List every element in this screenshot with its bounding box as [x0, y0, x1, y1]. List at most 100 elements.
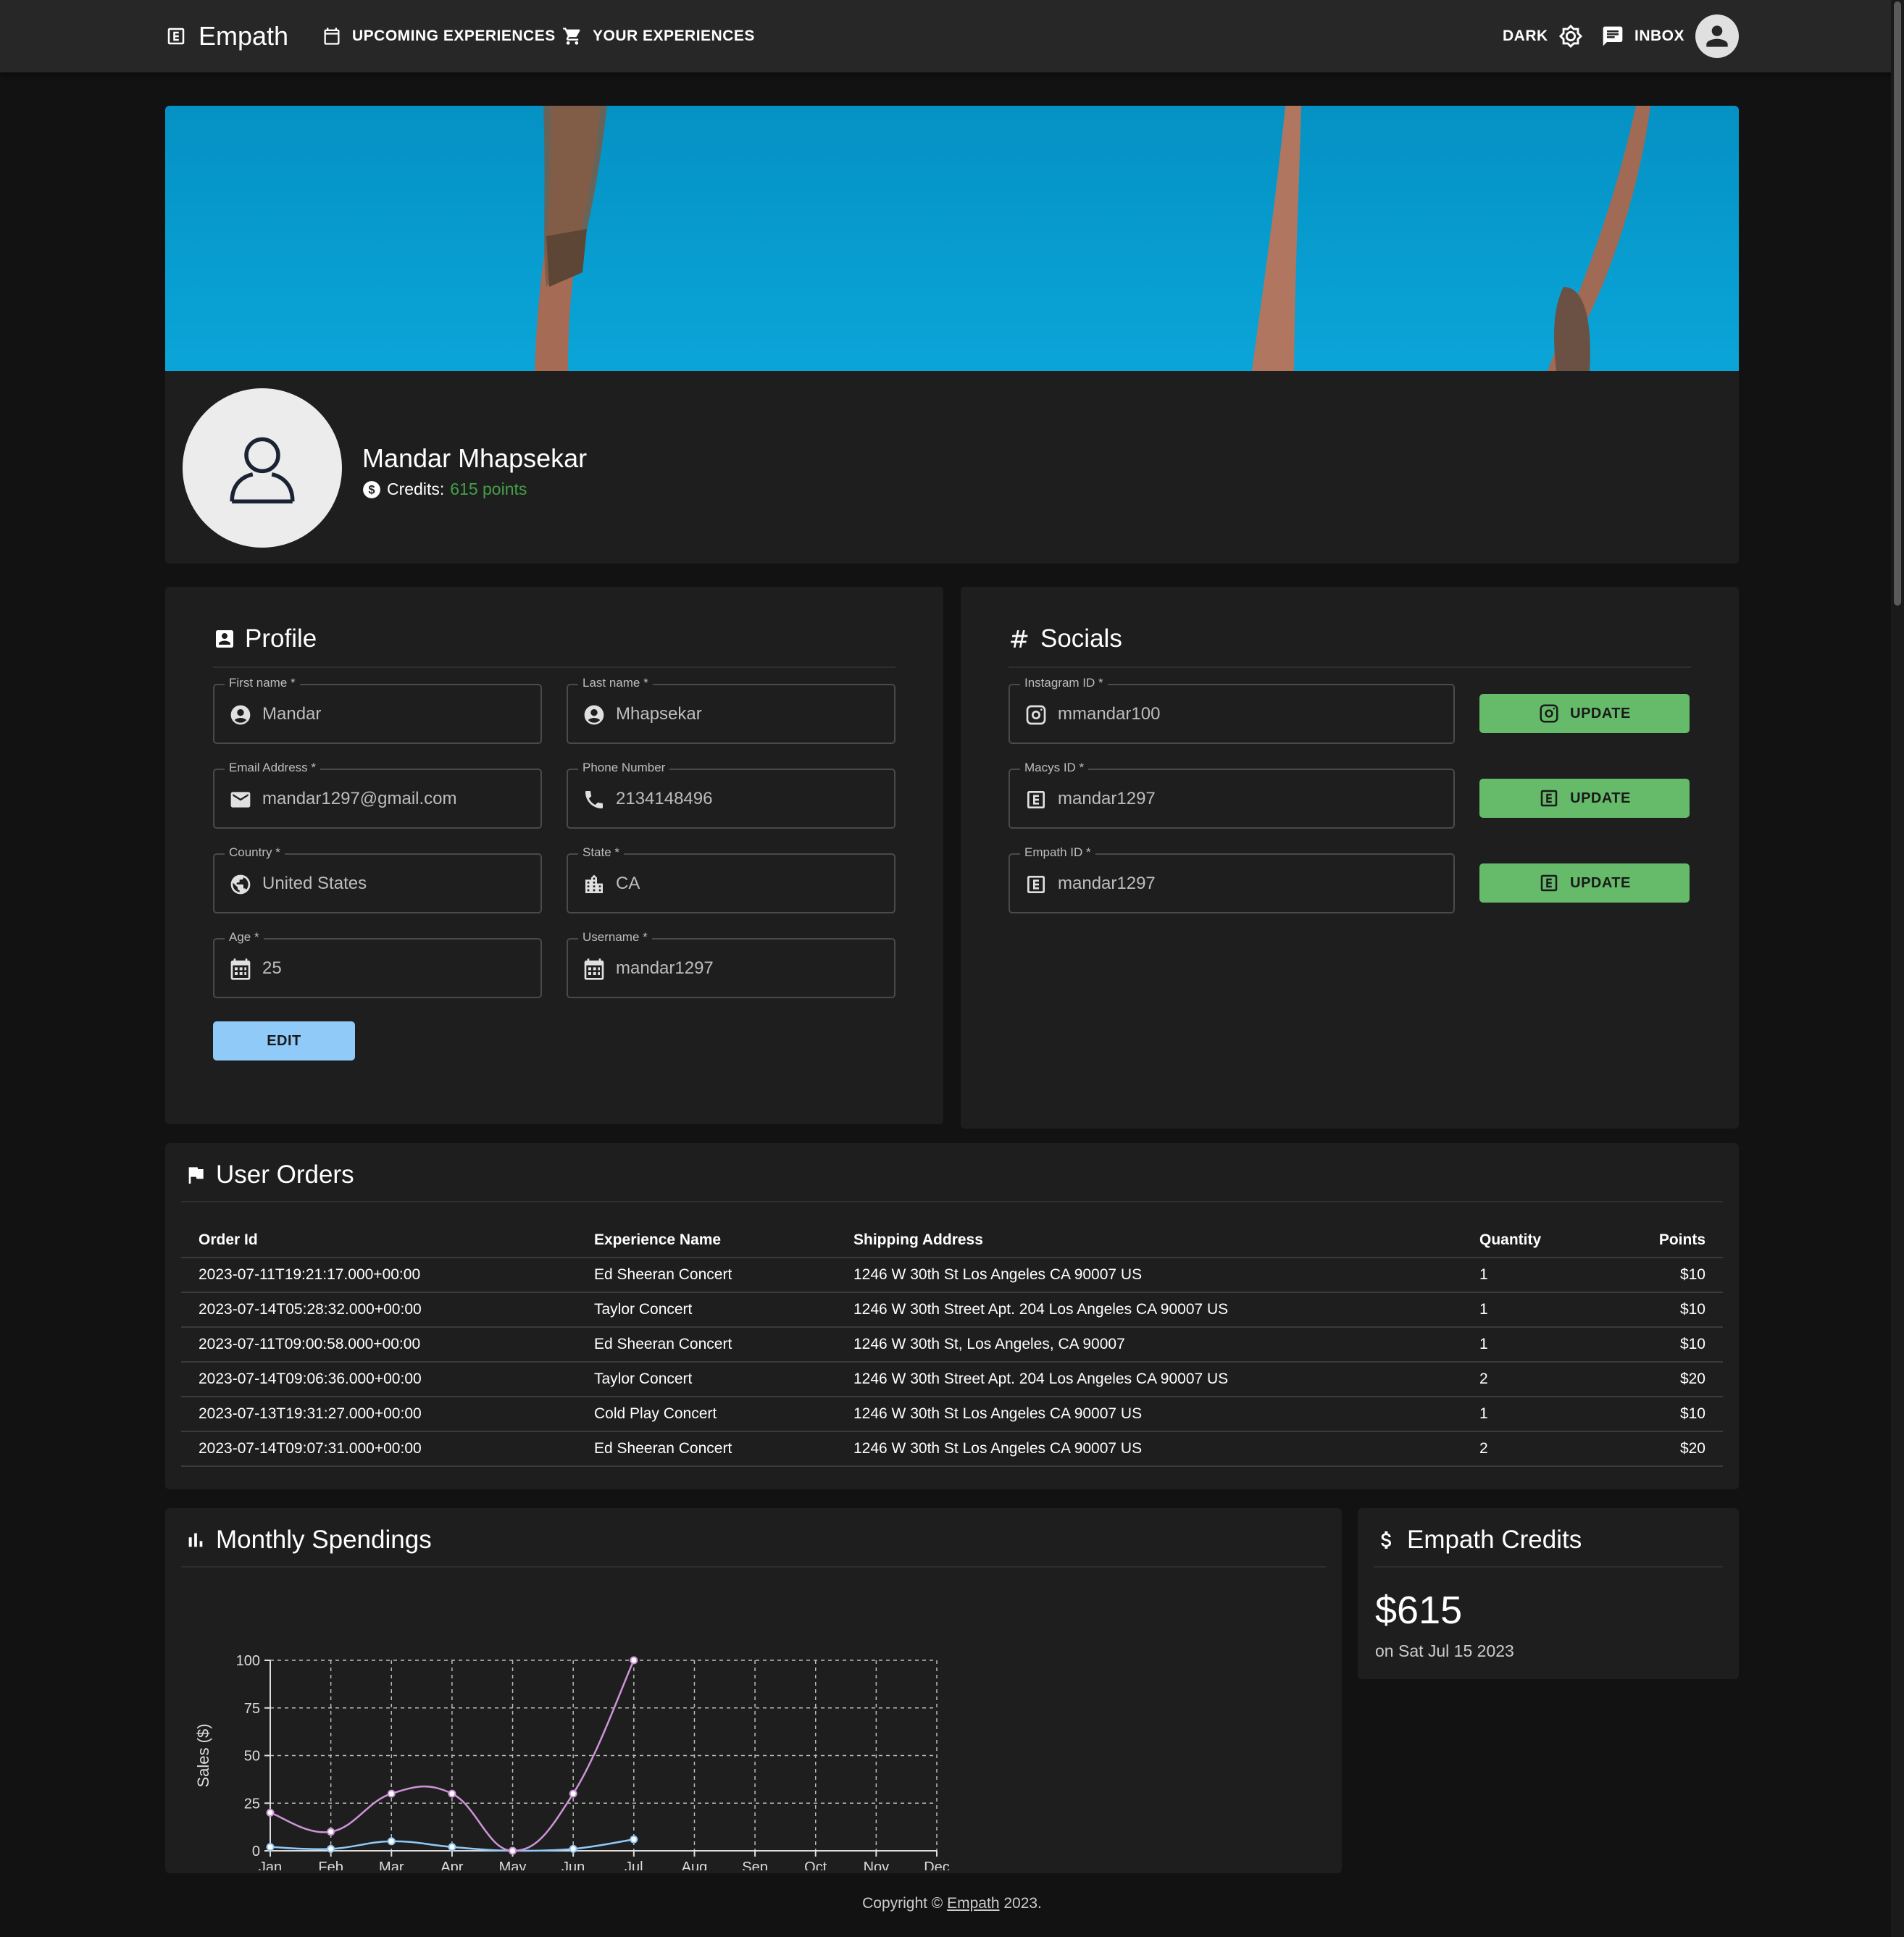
socials-card: Socials Instagram ID * mmandar100 UPDATE…	[961, 587, 1739, 1129]
username-field[interactable]: Username * mandar1297	[567, 930, 895, 998]
profile-title: Profile	[213, 624, 317, 653]
first-name-field[interactable]: First name * Mandar	[213, 676, 542, 744]
instagram-id-value: mmandar100	[1058, 704, 1161, 724]
quantity-data-point	[630, 1835, 638, 1844]
mail-icon	[229, 788, 252, 811]
quantity-cell: 1	[1462, 1258, 1607, 1293]
column-header[interactable]: Experience Name	[577, 1223, 836, 1258]
empath-id-label: Empath ID *	[1020, 845, 1095, 860]
amount-data-point	[266, 1808, 275, 1817]
country-label: Country *	[225, 845, 285, 860]
state-label: State *	[578, 845, 625, 860]
footer-empath-link[interactable]: Empath	[947, 1895, 999, 1912]
table-row[interactable]: 2023-07-14T05:28:32.000+00:00 Taylor Con…	[181, 1292, 1723, 1328]
order-id-cell: 2023-07-13T19:31:27.000+00:00	[181, 1397, 577, 1432]
footer-copyright: Copyright ©	[862, 1895, 943, 1912]
experience-name-cell: Cold Play Concert	[577, 1397, 836, 1432]
quantity-data-point	[327, 1844, 335, 1853]
brand[interactable]: Empath	[165, 19, 288, 54]
points-cell: $10	[1607, 1258, 1723, 1293]
empath-logo-icon	[167, 28, 185, 45]
brand-name: Empath	[199, 21, 289, 51]
macys-id-value: mandar1297	[1058, 789, 1156, 808]
update-label: UPDATE	[1570, 790, 1631, 806]
your-experiences-label: YOUR EXPERIENCES	[593, 28, 755, 44]
order-id-cell: 2023-07-14T09:06:36.000+00:00	[181, 1362, 577, 1397]
phone-field[interactable]: Phone Number 2134148496	[567, 761, 895, 829]
profile-card: Profile First name * Mandar Last name * …	[165, 587, 943, 1124]
table-row[interactable]: 2023-07-14T09:06:36.000+00:00 Taylor Con…	[181, 1362, 1723, 1397]
column-header[interactable]: Quantity	[1462, 1223, 1607, 1258]
socials-title-text: Socials	[1040, 624, 1122, 653]
y-tick-label: 0	[252, 1844, 260, 1859]
username-label: Username *	[578, 930, 652, 945]
email-field[interactable]: Email Address * mandar1297@gmail.com	[213, 761, 542, 829]
column-header[interactable]: Shipping Address	[836, 1223, 1462, 1258]
update-label: UPDATE	[1570, 705, 1631, 721]
amount-data-point	[448, 1789, 456, 1798]
update-empath-button[interactable]: UPDATE	[1479, 863, 1690, 903]
instagram-id-field[interactable]: Instagram ID * mmandar100	[1009, 676, 1455, 744]
quantity-cell: 2	[1462, 1362, 1607, 1397]
x-tick-label: Aug	[682, 1859, 708, 1870]
quantity-cell: 1	[1462, 1292, 1607, 1328]
empath-logo-icon	[1024, 788, 1048, 811]
y-tick-label: 25	[244, 1796, 260, 1812]
update-instagram-button[interactable]: UPDATE	[1479, 694, 1690, 733]
points-cell: $10	[1607, 1292, 1723, 1328]
user-orders-card: User Orders Order Id Experience Name Shi…	[165, 1143, 1739, 1489]
quantity-cell: 1	[1462, 1327, 1607, 1363]
your-experiences-button[interactable]: YOUR EXPERIENCES	[562, 22, 755, 51]
age-label: Age *	[225, 930, 264, 945]
x-tick-label: Sep	[742, 1859, 768, 1870]
upcoming-experiences-button[interactable]: UPCOMING EXPERIENCES	[322, 22, 556, 51]
amount-data-point	[569, 1789, 577, 1798]
user-avatar-button[interactable]	[1695, 14, 1739, 58]
calendar-icon	[324, 28, 340, 45]
points-cell: $10	[1607, 1397, 1723, 1432]
x-tick-label: Mar	[379, 1859, 404, 1870]
page-scrollbar-thumb[interactable]	[1894, 1, 1901, 606]
credits-divider	[1374, 1566, 1723, 1568]
last-name-field[interactable]: Last name * Mhapsekar	[567, 676, 895, 744]
instagram-icon	[1540, 704, 1558, 723]
column-header[interactable]: Points	[1607, 1223, 1723, 1258]
order-id-cell: 2023-07-14T09:07:31.000+00:00	[181, 1431, 577, 1467]
table-row[interactable]: 2023-07-14T09:07:31.000+00:00 Ed Sheeran…	[181, 1431, 1723, 1467]
table-row[interactable]: 2023-07-13T19:31:27.000+00:00 Cold Play …	[181, 1397, 1723, 1432]
state-field[interactable]: State * CA	[567, 845, 895, 913]
column-header[interactable]: Order Id	[181, 1223, 577, 1258]
table-row[interactable]: 2023-07-11T09:00:58.000+00:00 Ed Sheeran…	[181, 1327, 1723, 1363]
theme-toggle-button[interactable]: DARK	[1503, 22, 1583, 51]
update-macys-button[interactable]: UPDATE	[1479, 779, 1690, 818]
amount-data-point	[327, 1828, 335, 1836]
x-tick-label: Jun	[561, 1859, 585, 1870]
inbox-button[interactable]: INBOX	[1601, 22, 1684, 51]
amount-data-point	[509, 1846, 517, 1855]
spendings-title-text: Monthly Spendings	[216, 1526, 432, 1554]
quantity-data-point	[387, 1837, 396, 1846]
user-credits: $ Credits: 615 points	[362, 480, 527, 499]
quantity-cell: 1	[1462, 1397, 1607, 1432]
upcoming-label: UPCOMING EXPERIENCES	[352, 28, 556, 44]
building-icon	[583, 873, 606, 896]
profile-title-text: Profile	[245, 624, 317, 653]
empath-logo-icon	[1540, 874, 1558, 892]
credits-title: Empath Credits	[1375, 1526, 1582, 1555]
quantity-data-point	[569, 1844, 577, 1853]
empath-id-value: mandar1297	[1058, 874, 1156, 893]
x-tick-label: Jul	[625, 1859, 643, 1870]
empath-id-field[interactable]: Empath ID * mandar1297	[1009, 845, 1455, 913]
points-cell: $20	[1607, 1362, 1723, 1397]
username-value: mandar1297	[616, 958, 714, 978]
user-full-name: Mandar Mhapsekar	[362, 443, 588, 473]
age-field[interactable]: Age * 25	[213, 930, 542, 998]
country-field[interactable]: Country * United States	[213, 845, 542, 913]
profile-avatar[interactable]	[183, 388, 342, 548]
macys-id-field[interactable]: Macys ID * mandar1297	[1009, 761, 1455, 829]
inbox-label: INBOX	[1634, 28, 1685, 44]
table-row[interactable]: 2023-07-11T19:21:17.000+00:00 Ed Sheeran…	[181, 1258, 1723, 1293]
last-name-value: Mhapsekar	[616, 704, 702, 724]
edit-profile-button[interactable]: EDIT	[213, 1021, 355, 1060]
x-tick-label: Oct	[804, 1859, 827, 1870]
